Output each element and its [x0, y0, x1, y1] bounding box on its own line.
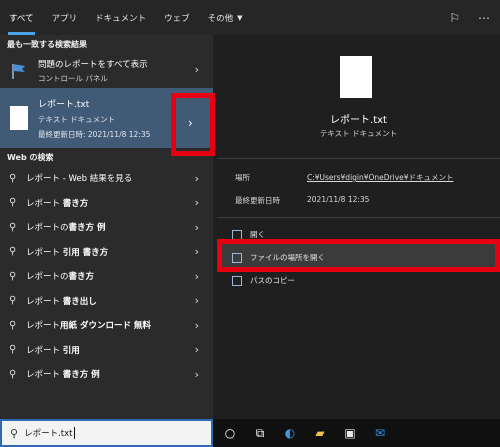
problem-reports-icon [8, 62, 30, 80]
details-panel: レポート.txt テキスト ドキュメント 場所 C:¥Users¥digin¥O… [217, 35, 500, 419]
text-document-icon [10, 106, 28, 130]
web-suggestion-item[interactable]: ⚲ レポート - Web 結果を見る › [0, 166, 213, 191]
tab-web-label: ウェブ [164, 13, 190, 24]
best-match-item[interactable]: 問題のレポートをすべて表示 コントロール パネル › [0, 53, 213, 88]
search-icon: ⚲ [9, 197, 17, 209]
suggestion-text: レポート [26, 174, 61, 185]
suggestion-bold: 書き方 [68, 272, 95, 283]
divider [217, 217, 500, 218]
suggestion-text: レポートの [26, 223, 69, 234]
search-icon: ⚲ [9, 246, 17, 258]
search-icon: ⚲ [10, 426, 19, 440]
chevron-right-icon[interactable]: › [195, 221, 199, 234]
best-match-header: 最も一致する検索結果 [7, 39, 87, 49]
search-icon: ⚲ [9, 368, 17, 380]
store-icon[interactable]: ▣ [342, 426, 358, 440]
details-file-name: レポート.txt [330, 115, 387, 126]
web-suggestion-item[interactable]: ⚲ レポート 書き方 例 › [0, 362, 213, 387]
search-icon: ⚲ [9, 319, 17, 331]
web-suggestion-item[interactable]: ⚲ レポートの書き方 例 › [0, 215, 213, 240]
web-suggestion-item[interactable]: ⚲ レポート 書き出し › [0, 289, 213, 314]
selected-file-modified: 最終更新日時: 2021/11/8 12:35 [38, 129, 151, 139]
suggestion-bold: 引用 書き方 [62, 247, 109, 258]
web-suggestion-item[interactable]: ⚲ レポートの書き方 › [0, 264, 213, 289]
feedback-icon[interactable]: ⚐ [449, 11, 460, 25]
highlight-box-chevron [171, 93, 215, 156]
suggestion-text: レポート [26, 198, 63, 209]
details-file-type: テキスト ドキュメント [319, 129, 398, 138]
suggestion-bold: 書き方 例 [62, 370, 100, 381]
tab-more[interactable]: その他 ▼ [199, 0, 252, 35]
suggestion-text: レポート [26, 370, 63, 381]
suggestion-bold: 書き方 [62, 198, 89, 209]
tab-more-label: その他 [207, 13, 234, 24]
chevron-right-icon[interactable]: › [195, 63, 199, 76]
search-icon: ⚲ [9, 344, 17, 356]
best-match-title: 問題のレポートをすべて表示 [38, 59, 148, 70]
search-icon: ⚲ [9, 295, 17, 307]
suggestion-text: レポート [26, 321, 61, 332]
tab-web[interactable]: ウェブ [155, 0, 199, 35]
web-suggestion-item[interactable]: ⚲ レポート 書き方 › [0, 191, 213, 216]
suggestion-text: レポート [26, 345, 63, 356]
suggestion-bold: 用紙 ダウンロード 無料 [60, 321, 151, 332]
taskbar: ⚲ レポート.txt ○ ⧉ ◐ ▰ ▣ ✉ [0, 419, 500, 447]
suggestion-bold: 書き方 例 [68, 223, 106, 234]
web-suggestion-item[interactable]: ⚲ レポート用紙 ダウンロード 無料 › [0, 313, 213, 338]
location-label: 場所 [235, 173, 250, 182]
chevron-down-icon: ▼ [237, 13, 243, 22]
chevron-right-icon[interactable]: › [195, 245, 199, 258]
best-match-subtitle: コントロール パネル [38, 73, 108, 83]
tab-apps[interactable]: アプリ [43, 0, 87, 35]
more-options-icon[interactable]: ⋯ [478, 11, 490, 25]
suggestion-bold: 書き出し [62, 296, 97, 307]
highlight-box-open-location [217, 239, 500, 272]
action-copy-path[interactable]: パスのコピー [232, 275, 295, 286]
suggestion-bold: 引用 [62, 345, 80, 356]
location-link[interactable]: C:¥Users¥digin¥OneDrive¥ドキュメント [307, 172, 454, 183]
search-icon: ⚲ [9, 172, 17, 184]
chevron-right-icon[interactable]: › [195, 319, 199, 332]
chevron-right-icon[interactable]: › [195, 368, 199, 381]
file-explorer-icon[interactable]: ▰ [312, 426, 328, 440]
chevron-right-icon[interactable]: › [195, 294, 199, 307]
search-tabs-bar: すべて アプリ ドキュメント ウェブ その他 ▼ ⚐ ⋯ [0, 0, 500, 35]
large-document-icon [340, 56, 372, 98]
mail-icon[interactable]: ✉ [372, 426, 388, 440]
tab-documents-label: ドキュメント [95, 13, 147, 24]
chevron-right-icon[interactable]: › [195, 172, 199, 185]
suggestion-text: レポートの [26, 272, 69, 283]
modified-label: 最終更新日時 [235, 196, 280, 205]
selected-file-type: テキスト ドキュメント [38, 114, 116, 124]
open-icon [232, 229, 242, 240]
task-view-icon[interactable]: ⧉ [252, 426, 268, 441]
action-copy-path-label: パスのコピー [250, 276, 295, 285]
suggestion-text: レポート [26, 296, 63, 307]
edge-browser-icon[interactable]: ◐ [282, 426, 298, 440]
text-cursor [74, 427, 76, 439]
tab-apps-label: アプリ [51, 13, 78, 24]
search-icon: ⚲ [9, 221, 17, 233]
tab-documents[interactable]: ドキュメント [86, 0, 155, 35]
chevron-right-icon[interactable]: › [195, 196, 199, 209]
taskbar-search-box[interactable]: ⚲ レポート.txt [0, 419, 213, 447]
modified-value: 2021/11/8 12:35 [307, 195, 370, 204]
divider [217, 158, 500, 159]
chevron-right-icon[interactable]: › [195, 343, 199, 356]
cortana-icon[interactable]: ○ [222, 426, 238, 440]
chevron-right-icon[interactable]: › [195, 270, 199, 283]
search-icon: ⚲ [9, 270, 17, 282]
tab-all-label: すべて [9, 13, 34, 24]
suggestion-text: レポート [26, 247, 63, 258]
suggestion-suffix: - Web 結果を見る [60, 174, 133, 185]
search-input-value[interactable]: レポート.txt [24, 427, 72, 439]
copy-icon [232, 275, 242, 286]
web-suggestion-item[interactable]: ⚲ レポート 引用 › [0, 338, 213, 363]
tab-all[interactable]: すべて [0, 0, 43, 35]
selected-file-name: レポート.txt [38, 99, 90, 110]
web-suggestion-item[interactable]: ⚲ レポート 引用 書き方 › [0, 240, 213, 265]
